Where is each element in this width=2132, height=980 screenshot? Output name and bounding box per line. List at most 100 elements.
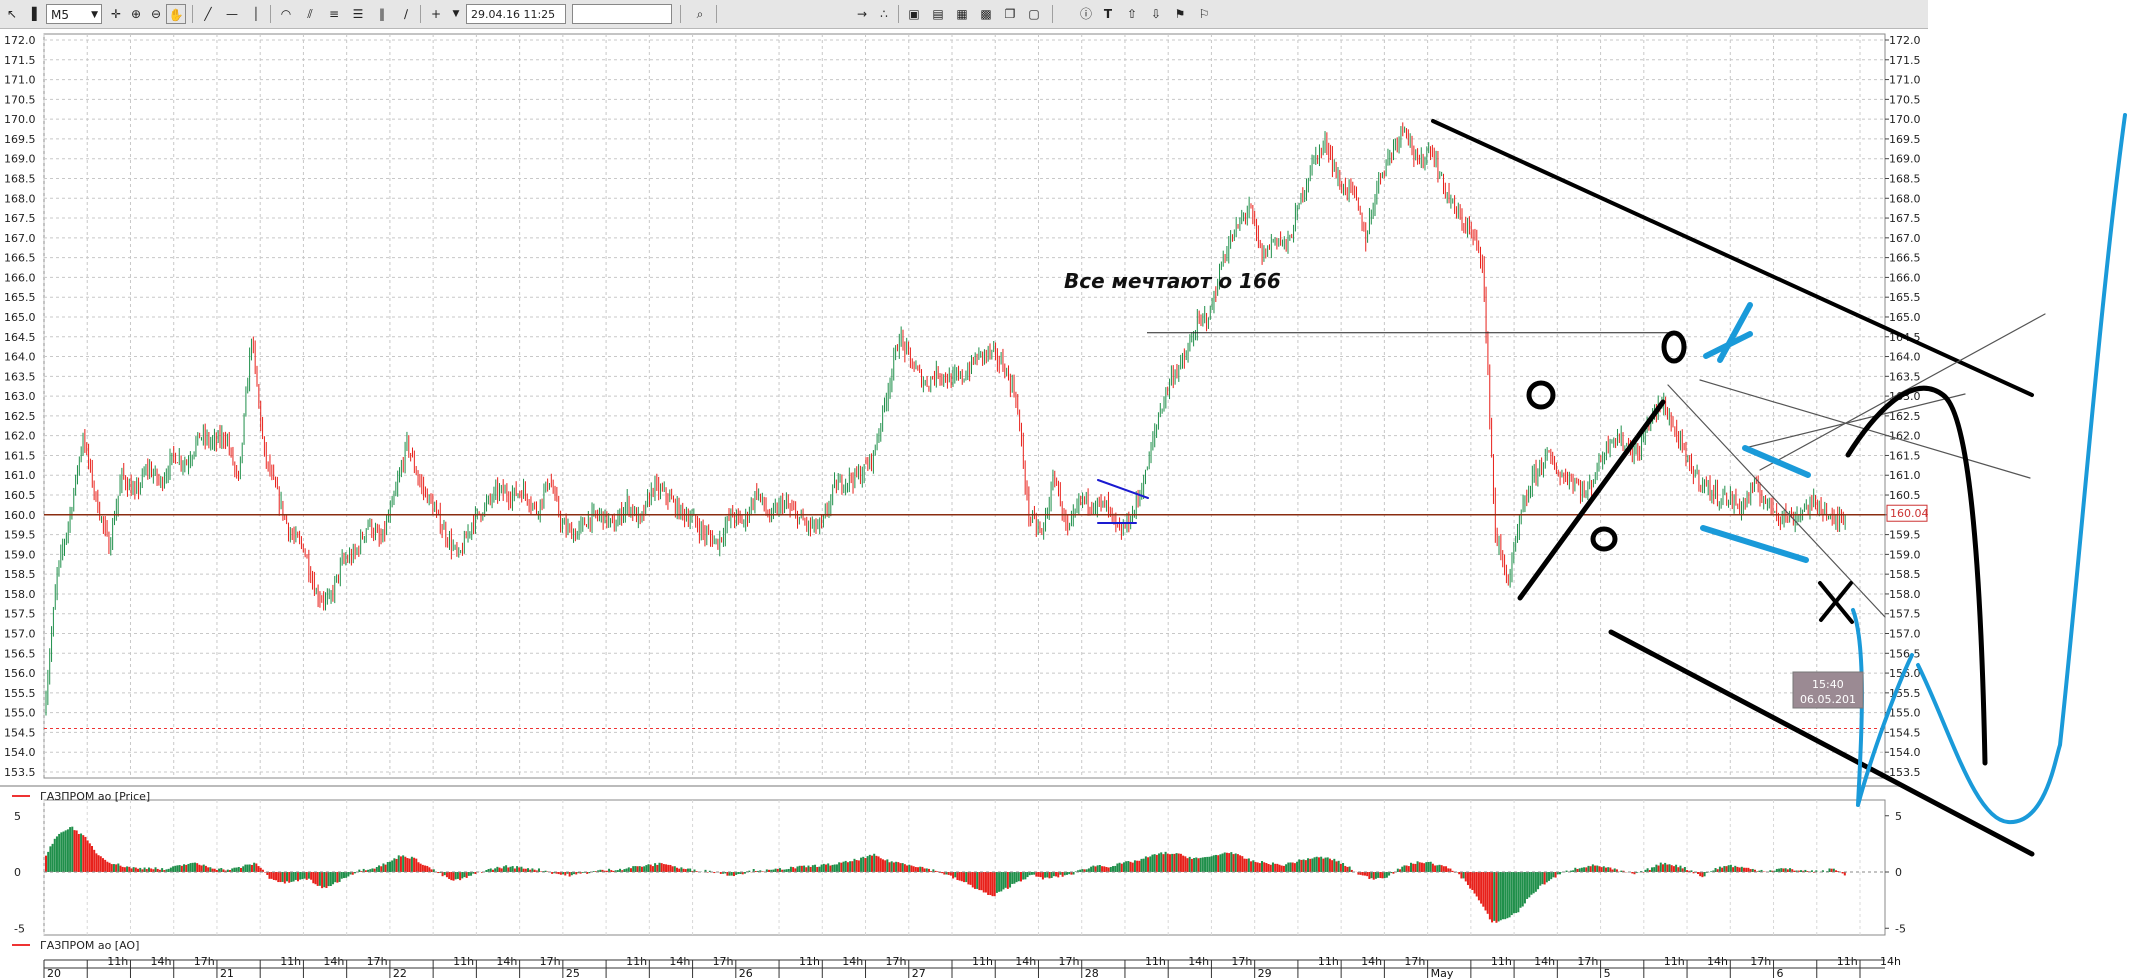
y-tick-label: 163.5 (1889, 370, 1921, 383)
blue-dash-2 (1700, 525, 1809, 563)
y-tick-label: 157.5 (1889, 608, 1921, 621)
y-tick-label: 166.5 (1889, 252, 1921, 265)
y-tick-label-left: 157.0 (4, 628, 36, 641)
y-tick-label-left: 157.5 (4, 608, 36, 621)
blue-x-stroke-1 (1717, 302, 1753, 363)
y-tick-label-left: 162.5 (4, 410, 36, 423)
y-tick-label: 169.0 (1889, 153, 1921, 166)
x-tick-label: 14h (323, 955, 344, 968)
x-tick-label: 14h (1015, 955, 1036, 968)
y-tick-label-left: 165.0 (4, 311, 36, 324)
chart-canvas[interactable]: 153.5 153.5 154.0 154.0 154.5 154.5 155.0 155.0… (0, 0, 2132, 980)
x-tick-label: 26 (739, 967, 753, 980)
price-y-axis: 153.5 153.5 154.0 154.0 154.5 154.5 155.0 155.0… (4, 34, 1929, 779)
x-tick-label: 17h (1058, 955, 1079, 968)
x-tick-label: 14h (669, 955, 690, 968)
y-tick-label-left: 169.0 (4, 153, 36, 166)
y-tick-label: 168.0 (1889, 192, 1921, 205)
annotation-text: Все мечтают о 166 (1064, 269, 1281, 293)
x-tick-label: 11h (626, 955, 647, 968)
y-tick-label: 164.0 (1889, 351, 1921, 364)
y-tick-label: 157.0 (1889, 628, 1921, 641)
y-tick-label-left: 168.0 (4, 192, 36, 205)
x-tick-label: 14h (1188, 955, 1209, 968)
x-tick-label: 27 (912, 967, 926, 980)
y-tick-label-left: 170.0 (4, 113, 36, 126)
y-tick-label-left: 169.5 (4, 133, 36, 146)
x-tick-label: 11h (1318, 955, 1339, 968)
y-tick-label-left: 165.5 (4, 291, 36, 304)
y-tick-label-left: 171.5 (4, 54, 36, 67)
blue-x-stroke-2 (1703, 331, 1753, 359)
y-tick-label: 171.0 (1889, 74, 1921, 87)
cursor-date-label: 06.05.201 (1800, 693, 1856, 706)
circle-mark-1 (1526, 380, 1556, 410)
y-tick-label: 172.0 (1889, 34, 1921, 47)
x-tick-label: 21 (220, 967, 234, 980)
x-tick-label: 11h (1145, 955, 1166, 968)
x-tick-label: 17h (1577, 955, 1598, 968)
y-tick-label-left: 158.5 (4, 568, 36, 581)
x-tick-label: 11h (972, 955, 993, 968)
y-tick-label-left: 156.0 (4, 667, 36, 680)
x-tick-label: 17h (886, 955, 907, 968)
y-tick-label-left: 167.0 (4, 232, 36, 245)
ao-y-tick-label: 5 (1895, 810, 1902, 823)
x-tick-label: 28 (1085, 967, 1099, 980)
x-tick-label: 25 (566, 967, 580, 980)
price-frame (43, 33, 1886, 779)
x-tick-label: 11h (1837, 955, 1858, 968)
x-tick-label: 17h (194, 955, 215, 968)
x-tick-label: 17h (1750, 955, 1771, 968)
x-tick-label: 11h (799, 955, 820, 968)
y-tick-label-left: 159.0 (4, 548, 36, 561)
x-tick-label: 5 (1604, 967, 1611, 980)
y-tick-label-left: 171.0 (4, 74, 36, 87)
y-tick-label: 158.5 (1889, 568, 1921, 581)
chart-annotations: ГАЗПРОМ ао [Price] ГАЗПРОМ ао [AO] Все меч… (12, 269, 1864, 952)
x-tick-label: 17h (367, 955, 388, 968)
y-tick-label: 160.5 (1889, 489, 1921, 502)
price-candles (45, 122, 1846, 716)
y-tick-label-left: 166.0 (4, 271, 36, 284)
time-x-axis: 20 11h 14h 17h 21 11h 14h 17h 22 11h 14h 17h 25 11h 14… (43, 955, 1901, 980)
x-tick-label: 17h (540, 955, 561, 968)
x-tick-label: 17h (1231, 955, 1252, 968)
y-tick-label: 159.5 (1889, 529, 1921, 542)
y-tick-label-left: 153.5 (4, 766, 36, 779)
y-tick-label-left: 168.5 (4, 172, 36, 185)
flag-line-top (1097, 479, 1149, 499)
y-tick-label-left: 164.0 (4, 351, 36, 364)
channel-bottom-line (1608, 629, 2035, 857)
ao-y-tick-label: -5 (1895, 922, 1906, 935)
ao-histogram: 5 5 0 0 -5 -5 (14, 810, 1906, 936)
y-tick-label-left: 172.0 (4, 34, 36, 47)
y-tick-label: 155.0 (1889, 707, 1921, 720)
y-tick-label-left: 155.0 (4, 707, 36, 720)
x-tick-label: 22 (393, 967, 407, 980)
y-tick-label-left: 154.5 (4, 726, 36, 739)
x-tick-label: 20 (47, 967, 61, 980)
x-tick-label: 14h (1361, 955, 1382, 968)
price-legend-label: ГАЗПРОМ ао [Price] (40, 790, 150, 803)
y-tick-label: 170.5 (1889, 93, 1921, 106)
blue-dash-1 (1742, 445, 1811, 478)
x-tick-label: 11h (1491, 955, 1512, 968)
y-tick-label: 167.5 (1889, 212, 1921, 225)
y-tick-label: 154.5 (1889, 726, 1921, 739)
last-price-label: 160.04 (1890, 507, 1929, 520)
y-tick-label: 153.5 (1889, 766, 1921, 779)
x-tick-label: 11h (280, 955, 301, 968)
hand-drawings (1097, 113, 2127, 857)
cursor-time-label: 15:40 (1812, 678, 1844, 691)
circle-mark-3 (1590, 526, 1618, 552)
x-tick-label: 29 (1258, 967, 1272, 980)
y-tick-label: 161.0 (1889, 469, 1921, 482)
x-tick-label: May (1431, 967, 1454, 980)
x-tick-label: 6 (1777, 967, 1784, 980)
y-tick-label-left: 161.5 (4, 449, 36, 462)
y-tick-label: 170.0 (1889, 113, 1921, 126)
y-tick-label-left: 167.5 (4, 212, 36, 225)
x-tick-label: 14h (842, 955, 863, 968)
y-tick-label-left: 161.0 (4, 469, 36, 482)
